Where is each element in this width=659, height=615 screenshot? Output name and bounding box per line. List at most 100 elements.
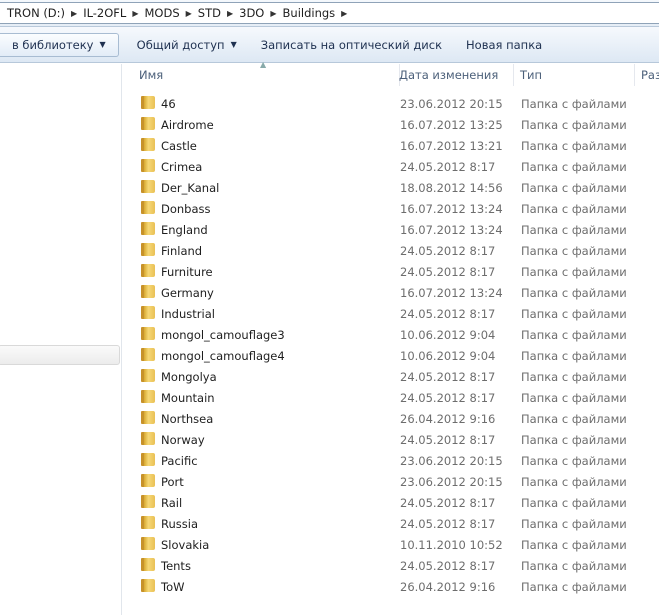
file-row[interactable]: Donbass 16.07.2012 13:24 Папка с файлами	[123, 198, 659, 219]
file-row[interactable]: Castle 16.07.2012 13:21 Папка с файлами	[123, 135, 659, 156]
file-row[interactable]: mongol_camouflage3 10.06.2012 9:04 Папка с…	[123, 324, 659, 345]
file-row[interactable]: Mongolya 24.05.2012 8:17 Папка с файлами	[123, 366, 659, 387]
chevron-right-icon[interactable]: ▶	[341, 9, 347, 18]
breadcrumb[interactable]: TRON (D:) ▶ IL-2OFL ▶ MODS ▶ STD ▶ 3DO ▶ Buildings…	[0, 2, 659, 24]
file-type: Папка с файлами	[521, 285, 627, 300]
file-date: 16.07.2012 13:25	[400, 117, 503, 132]
breadcrumb-item[interactable]: TRON (D:)	[5, 6, 67, 20]
file-name: Mongolya	[161, 369, 217, 384]
column-header-type[interactable]: Тип	[514, 64, 635, 86]
file-row[interactable]: Airdrome 16.07.2012 13:25 Папка с файлами	[123, 114, 659, 135]
file-row[interactable]: Northsea 26.04.2012 9:16 Папка с файлами	[123, 408, 659, 429]
folder-icon	[141, 390, 155, 403]
file-name: England	[161, 222, 208, 237]
folder-icon	[141, 579, 155, 592]
file-row[interactable]: Germany 16.07.2012 13:24 Папка с файлами	[123, 282, 659, 303]
file-row[interactable]: mongol_camouflage4 10.06.2012 9:04 Папка с…	[123, 345, 659, 366]
file-name: Der_Kanal	[161, 180, 220, 195]
breadcrumb-item[interactable]: STD	[196, 6, 223, 20]
file-row[interactable]: Norway 24.05.2012 8:17 Папка с файлами	[123, 429, 659, 450]
new-folder-button[interactable]: Новая папка	[454, 33, 554, 57]
folder-icon	[141, 285, 155, 298]
file-row[interactable]: Crimea 24.05.2012 8:17 Папка с файлами	[123, 156, 659, 177]
burn-disc-button[interactable]: Записать на оптический диск	[249, 33, 454, 57]
column-header-name[interactable]: Имя	[133, 64, 400, 86]
folder-icon	[141, 369, 155, 382]
file-row[interactable]: England 16.07.2012 13:24 Папка с файлами	[123, 219, 659, 240]
column-header-size[interactable]: Раз	[635, 64, 659, 86]
folder-icon	[141, 264, 155, 277]
file-date: 24.05.2012 8:17	[400, 432, 496, 447]
file-row[interactable]: Finland 24.05.2012 8:17 Папка с файлами	[123, 240, 659, 261]
file-type: Папка с файлами	[521, 264, 627, 279]
chevron-right-icon[interactable]: ▶	[71, 9, 77, 18]
folder-icon	[141, 180, 155, 193]
folder-icon	[141, 558, 155, 571]
file-date: 24.05.2012 8:17	[400, 495, 496, 510]
share-button[interactable]: Общий доступ ▼	[125, 33, 249, 57]
file-type: Папка с файлами	[521, 201, 627, 216]
folder-icon	[141, 516, 155, 529]
breadcrumb-item[interactable]: IL-2OFL	[81, 6, 128, 20]
file-type: Папка с файлами	[521, 348, 627, 363]
file-type: Папка с файлами	[521, 579, 627, 594]
file-type: Папка с файлами	[521, 390, 627, 405]
file-date: 10.06.2012 9:04	[400, 327, 496, 342]
file-date: 23.06.2012 20:15	[400, 96, 503, 111]
add-to-library-button[interactable]: в библиотеку ▼	[0, 32, 119, 57]
file-row[interactable]: Rail 24.05.2012 8:17 Папка с файлами	[123, 492, 659, 513]
file-row[interactable]: Port 23.06.2012 20:15 Папка с файлами	[123, 471, 659, 492]
file-row[interactable]: Pacific 23.06.2012 20:15 Папка с файлами	[123, 450, 659, 471]
file-type: Папка с файлами	[521, 474, 627, 489]
folder-icon	[141, 159, 155, 172]
file-type: Папка с файлами	[521, 495, 627, 510]
file-row[interactable]: Tents 24.05.2012 8:17 Папка с файлами	[123, 555, 659, 576]
file-row[interactable]: Russia 24.05.2012 8:17 Папка с файлами	[123, 513, 659, 534]
file-row[interactable]: ToW 26.04.2012 9:16 Папка с файлами	[123, 576, 659, 597]
file-date: 10.11.2010 10:52	[400, 537, 503, 552]
breadcrumb-item[interactable]: Buildings	[281, 6, 338, 20]
navigation-pane[interactable]	[0, 64, 122, 615]
file-row[interactable]: Industrial 24.05.2012 8:17 Папка с файлами	[123, 303, 659, 324]
file-row[interactable]: Mountain 24.05.2012 8:17 Папка с файлами	[123, 387, 659, 408]
column-header-date[interactable]: Дата изменения	[393, 64, 514, 86]
file-type: Папка с файлами	[521, 453, 627, 468]
folder-icon	[141, 411, 155, 424]
file-date: 24.05.2012 8:17	[400, 159, 496, 174]
file-name: Airdrome	[161, 117, 214, 132]
breadcrumb-item[interactable]: 3DO	[237, 6, 266, 20]
chevron-right-icon[interactable]: ▶	[227, 9, 233, 18]
file-date: 23.06.2012 20:15	[400, 453, 503, 468]
share-label: Общий доступ	[136, 37, 225, 52]
folder-icon	[141, 306, 155, 319]
folder-icon	[141, 537, 155, 550]
file-row[interactable]: Furniture 24.05.2012 8:17 Папка с файлами	[123, 261, 659, 282]
file-type: Папка с файлами	[521, 537, 627, 552]
nav-selected-item[interactable]	[0, 345, 120, 365]
file-date: 24.05.2012 8:17	[400, 369, 496, 384]
file-type: Папка с файлами	[521, 327, 627, 342]
file-type: Папка с файлами	[521, 159, 627, 174]
file-name: Russia	[161, 516, 198, 531]
folder-icon	[141, 453, 155, 466]
file-row[interactable]: Der_Kanal 18.08.2012 14:56 Папка с файлами	[123, 177, 659, 198]
chevron-right-icon[interactable]: ▶	[186, 9, 192, 18]
file-date: 16.07.2012 13:24	[400, 285, 503, 300]
folder-icon	[141, 432, 155, 445]
file-date: 10.06.2012 9:04	[400, 348, 496, 363]
file-name: Furniture	[161, 264, 213, 279]
file-name: Crimea	[161, 159, 203, 174]
file-name: 46	[161, 96, 176, 111]
breadcrumb-item[interactable]: MODS	[142, 6, 181, 20]
toolbar: в библиотеку ▼ Общий доступ ▼ Записать на …	[0, 27, 659, 63]
file-row[interactable]: Slovakia 10.11.2010 10:52 Папка с файлами	[123, 534, 659, 555]
folder-icon	[141, 327, 155, 340]
file-type: Папка с файлами	[521, 96, 627, 111]
chevron-right-icon[interactable]: ▶	[132, 9, 138, 18]
file-name: Finland	[161, 243, 203, 258]
file-row[interactable]: 46 23.06.2012 20:15 Папка с файлами	[123, 93, 659, 114]
file-date: 24.05.2012 8:17	[400, 558, 496, 573]
file-type: Папка с файлами	[521, 411, 627, 426]
chevron-right-icon[interactable]: ▶	[270, 9, 276, 18]
file-name: Castle	[161, 138, 197, 153]
